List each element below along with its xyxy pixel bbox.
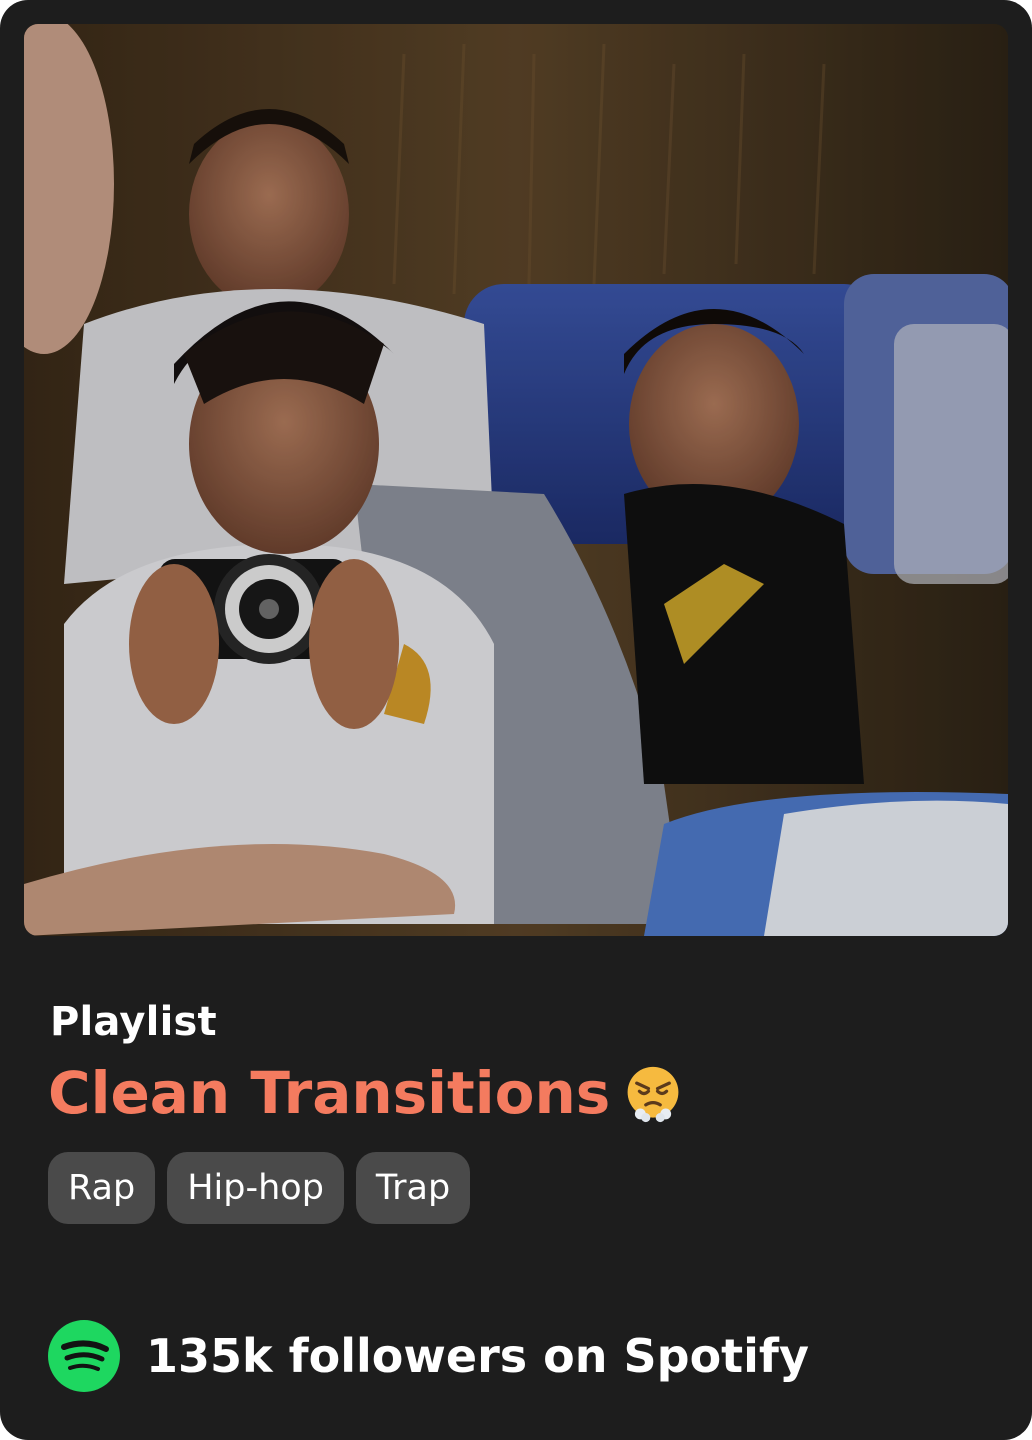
- tag-hip-hop[interactable]: Hip-hop: [167, 1152, 344, 1224]
- playlist-title-text: Clean Transitions: [48, 1059, 611, 1127]
- playlist-title[interactable]: Clean Transitions: [48, 1060, 682, 1126]
- spotify-icon[interactable]: [48, 1320, 120, 1392]
- playlist-card[interactable]: Playlist Clean Transitions Rap Hip-hop T…: [0, 0, 1032, 1440]
- playlist-type-label: Playlist: [50, 999, 217, 1045]
- followers-row: 135k followers on Spotify: [48, 1320, 809, 1392]
- followers-count-text: 135k followers on Spotify: [146, 1329, 809, 1383]
- tag-rap[interactable]: Rap: [48, 1152, 156, 1224]
- tag-trap[interactable]: Trap: [355, 1152, 471, 1224]
- genre-tags: Rap Hip-hop Trap: [48, 1152, 471, 1224]
- playlist-cover-image: [24, 24, 1008, 936]
- face-with-steam-from-nose-icon: [627, 1066, 679, 1123]
